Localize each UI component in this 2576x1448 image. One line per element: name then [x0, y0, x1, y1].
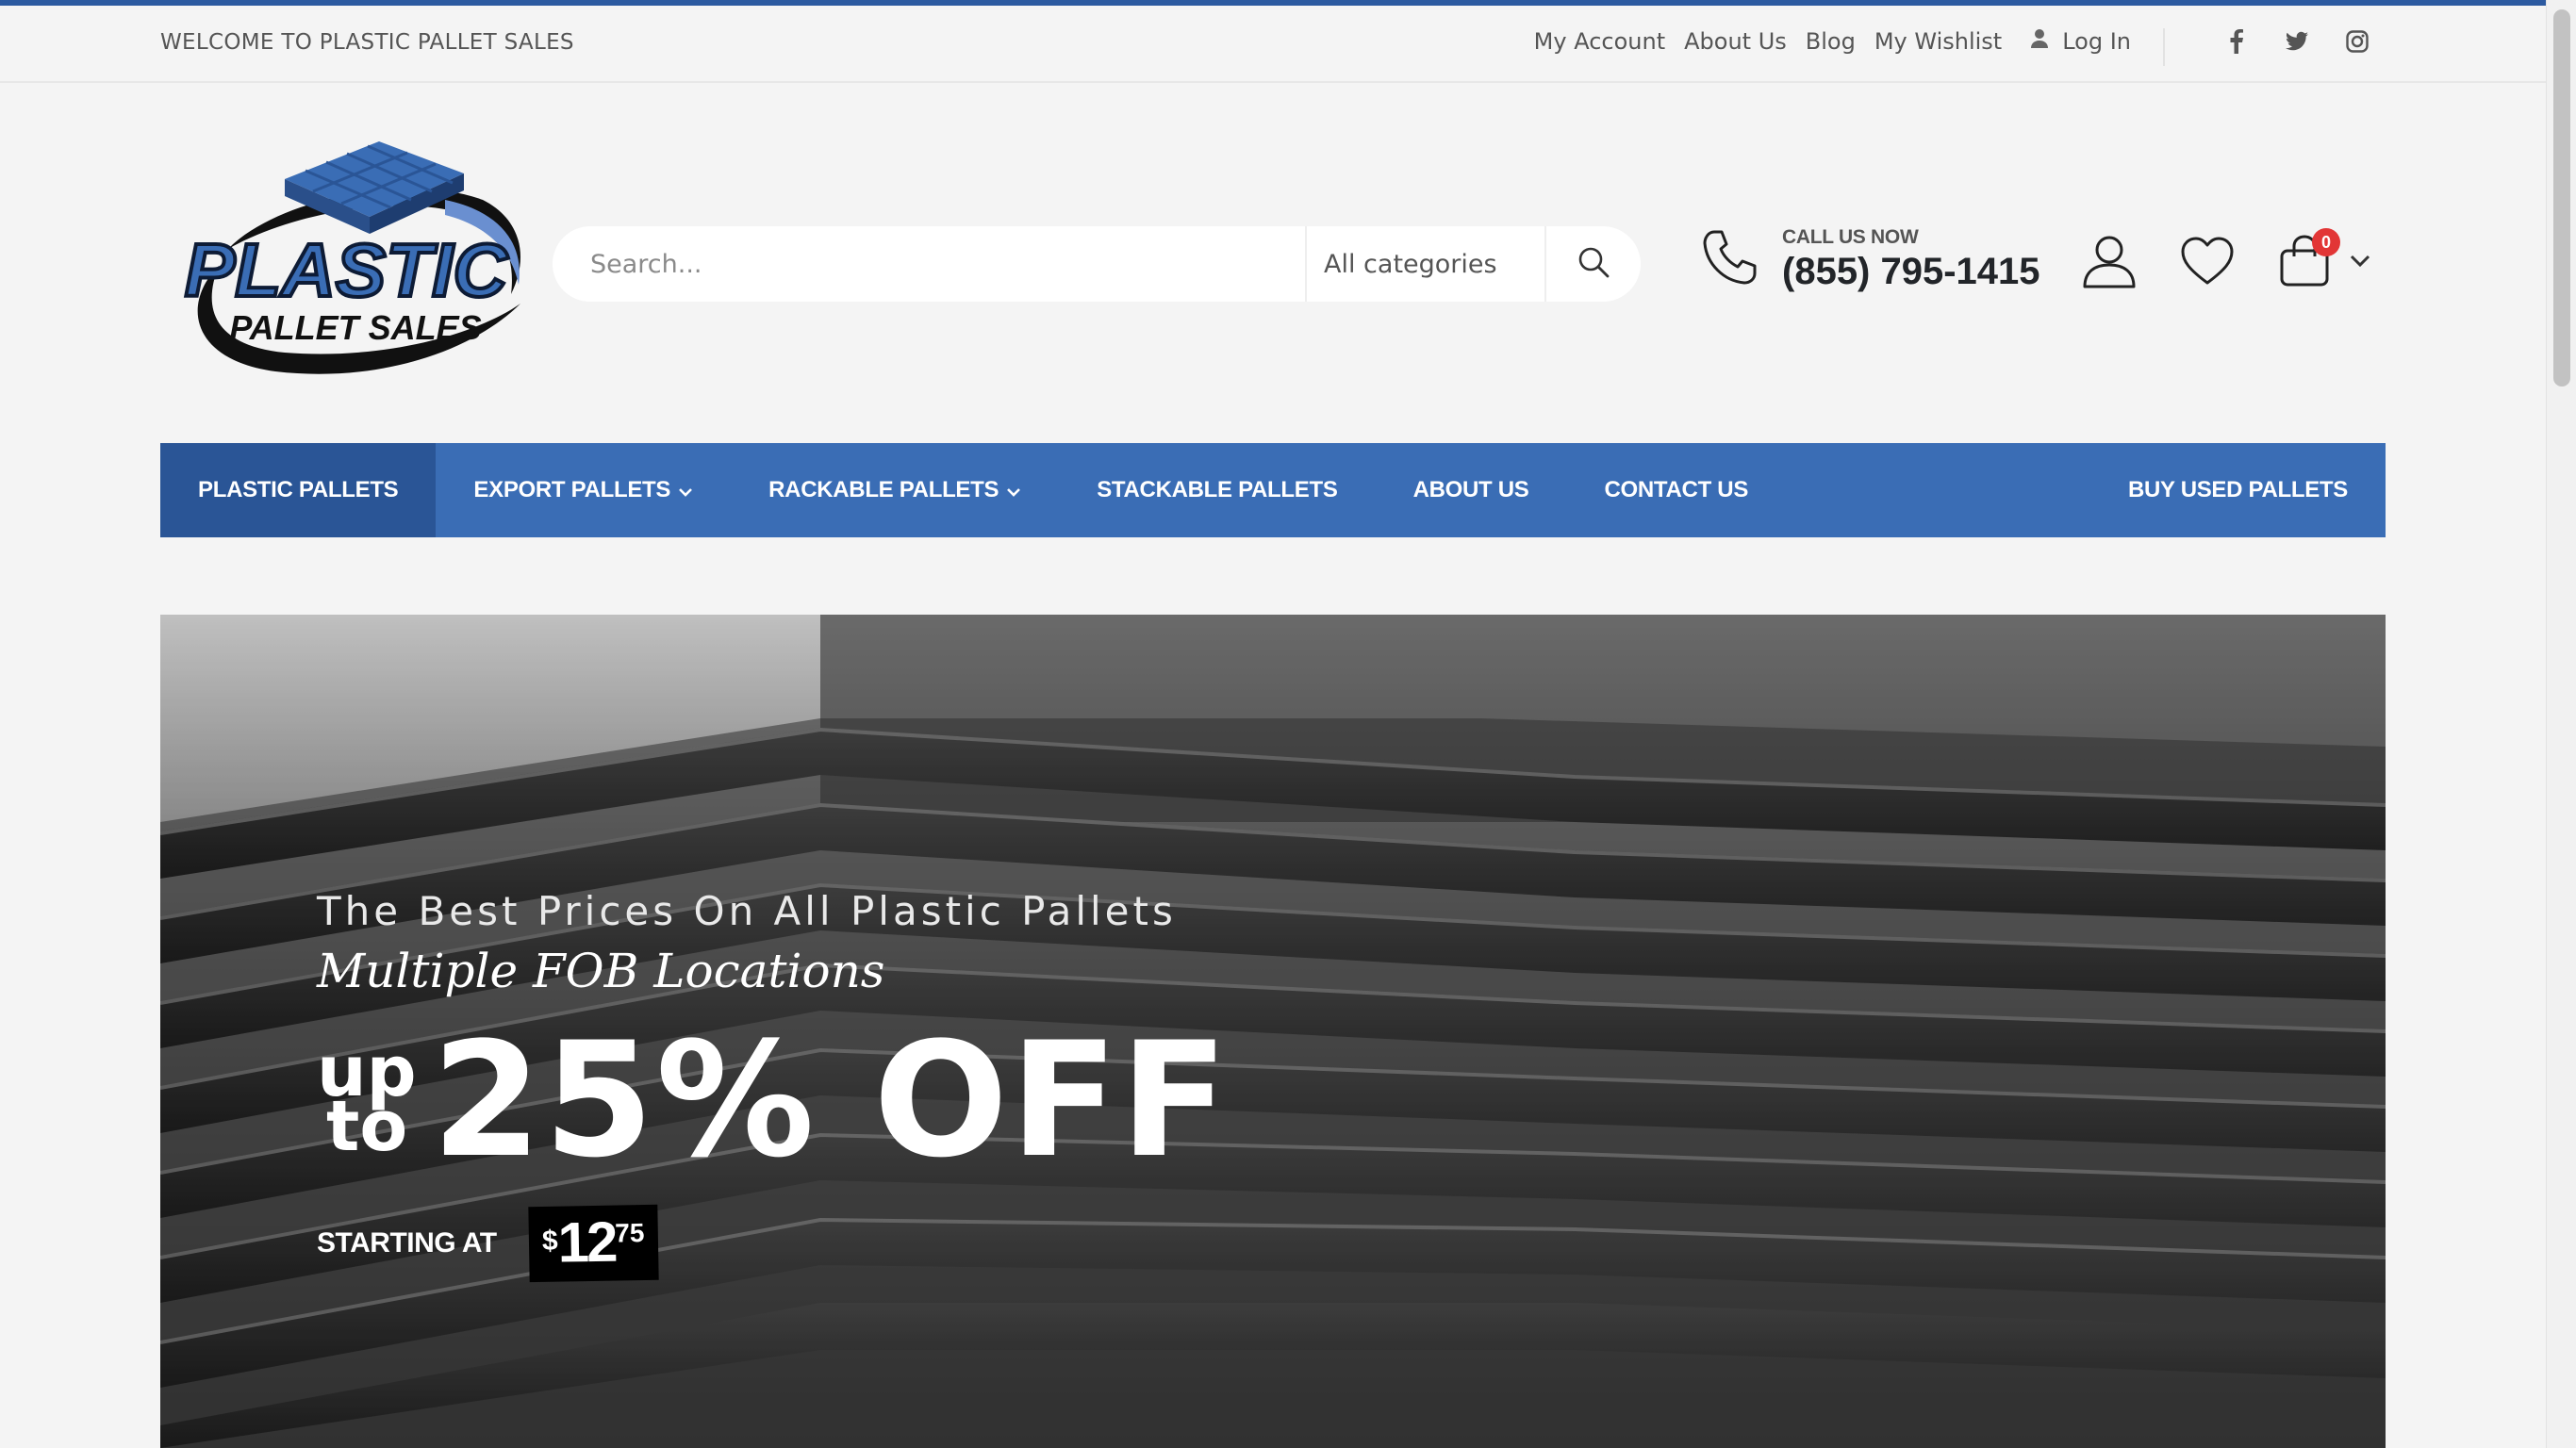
nav-item-label: BUY USED PALLETS: [2127, 477, 2348, 502]
nav-about-us[interactable]: ABOUT US: [1376, 443, 1567, 537]
logo-text-plastic: PLASTIC: [185, 228, 508, 312]
top-link-my-wishlist[interactable]: My Wishlist: [1874, 28, 2002, 55]
nav-plastic-pallets[interactable]: PLASTIC PALLETS: [160, 443, 437, 537]
hero-subheadline: Multiple FOB Locations: [317, 944, 885, 998]
header-actions: 0: [2082, 228, 2370, 293]
cart-count-badge: 0: [2312, 228, 2340, 256]
social-links: [2225, 28, 2369, 55]
top-bar: WELCOME TO PLASTIC PALLET SALES My Accou…: [0, 6, 2546, 83]
login-label: Log In: [2062, 28, 2131, 55]
top-links: My Account About Us Blog My Wishlist Log…: [1534, 28, 2131, 55]
login-link[interactable]: Log In: [2030, 28, 2131, 55]
top-divider: [2163, 28, 2165, 66]
welcome-message: WELCOME TO PLASTIC PALLET SALES: [160, 30, 574, 55]
category-select-value: All categories: [1324, 249, 1497, 279]
hero-starting-label: STARTING AT: [317, 1227, 497, 1259]
search-bar: All categories: [553, 226, 1641, 302]
hero-upto: up to: [317, 1037, 417, 1167]
wishlist-heart-icon[interactable]: [2180, 236, 2235, 291]
hero-content: The Best Prices On All Plastic Pallets M…: [317, 888, 1230, 1283]
site-logo[interactable]: PLASTIC PALLET SALES: [162, 134, 530, 388]
price-integer: 12: [556, 1209, 616, 1275]
hero-to: to: [326, 1086, 408, 1167]
page-scrollbar[interactable]: [2546, 0, 2576, 1448]
nav-item-label: STACKABLE PALLETS: [1097, 477, 1338, 502]
nav-item-label: RACKABLE PALLETS: [768, 477, 999, 502]
phone-number: (855) 795-1415: [1782, 251, 2040, 292]
nav-rackable-pallets[interactable]: RACKABLE PALLETS: [731, 443, 1059, 537]
hero-headline: The Best Prices On All Plastic Pallets: [317, 888, 1177, 934]
search-button[interactable]: [1544, 226, 1641, 302]
twitter-icon[interactable]: [2286, 28, 2308, 55]
nav-export-pallets[interactable]: EXPORT PALLETS: [436, 443, 731, 537]
nav-item-label: ABOUT US: [1412, 477, 1529, 502]
phone-icon: [1701, 228, 1759, 291]
scrollbar-thumb[interactable]: [2553, 9, 2570, 387]
search-input[interactable]: [553, 226, 1305, 302]
cart-button[interactable]: 0: [2278, 228, 2370, 293]
chevron-down-icon: [2350, 255, 2370, 272]
category-select[interactable]: All categories: [1305, 226, 1544, 302]
price-currency: $: [541, 1225, 558, 1257]
nav-item-label: CONTACT US: [1604, 477, 1749, 502]
top-link-blog[interactable]: Blog: [1806, 28, 1856, 55]
logo-text-pallet-sales: PALLET SALES: [229, 308, 481, 347]
account-icon[interactable]: [2082, 234, 2137, 293]
hero-banner[interactable]: The Best Prices On All Plastic Pallets M…: [160, 615, 2386, 1448]
chevron-down-icon: [678, 477, 693, 503]
search-icon: [1577, 246, 1610, 283]
main-navigation: PLASTIC PALLETS EXPORT PALLETS RACKABLE …: [160, 443, 2386, 537]
user-small-icon: [2030, 28, 2049, 55]
nav-stackable-pallets[interactable]: STACKABLE PALLETS: [1059, 443, 1375, 537]
page: WELCOME TO PLASTIC PALLET SALES My Accou…: [0, 0, 2576, 1448]
hero-price-row: STARTING AT $ 12 75: [317, 1204, 1230, 1283]
hero-discount-value: 25% OFF: [431, 1008, 1230, 1193]
price-decimal: 75: [614, 1218, 645, 1248]
nav-item-label: EXPORT PALLETS: [473, 477, 671, 502]
facebook-icon[interactable]: [2225, 28, 2248, 55]
chevron-down-icon: [1006, 477, 1021, 503]
hero-price-tag: $ 12 75: [527, 1204, 658, 1283]
instagram-icon[interactable]: [2346, 28, 2369, 55]
contact-phone[interactable]: CALL US NOW (855) 795-1415: [1701, 226, 2040, 293]
nav-buy-used-pallets[interactable]: BUY USED PALLETS: [2090, 443, 2386, 537]
top-link-my-account[interactable]: My Account: [1534, 28, 1665, 55]
hero-discount: up to 25% OFF: [317, 1021, 1230, 1179]
nav-contact-us[interactable]: CONTACT US: [1567, 443, 1787, 537]
top-link-about-us[interactable]: About Us: [1684, 28, 1787, 55]
call-us-label: CALL US NOW: [1782, 226, 1919, 248]
nav-item-label: PLASTIC PALLETS: [198, 477, 399, 502]
